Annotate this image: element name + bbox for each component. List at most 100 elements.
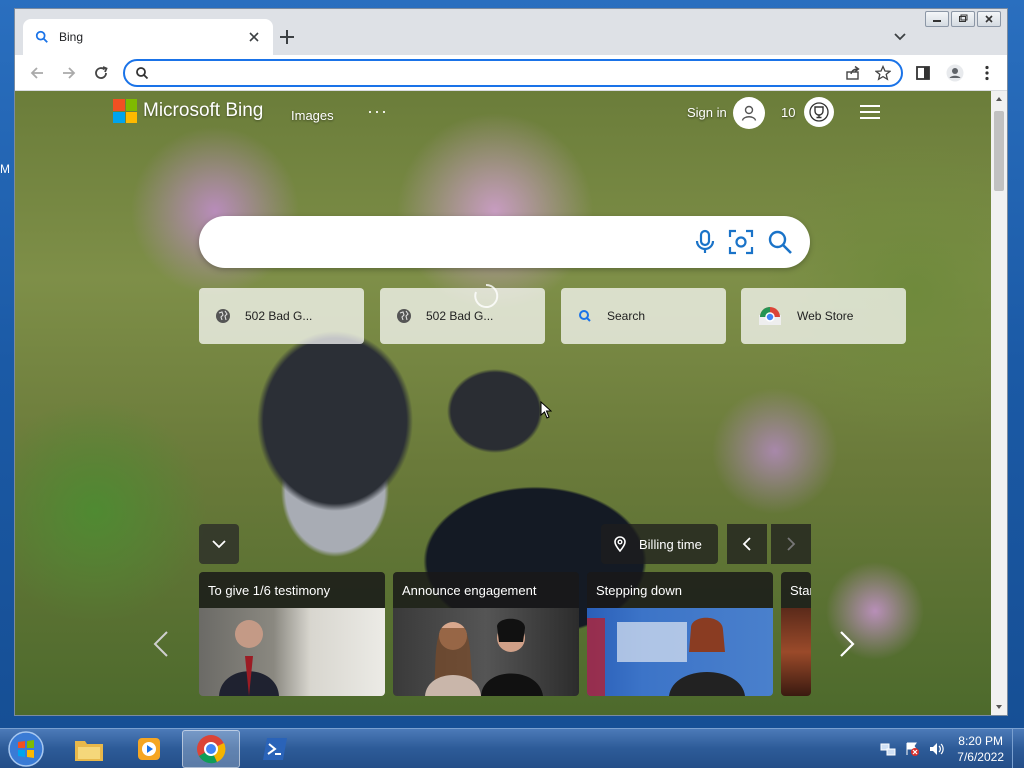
news-card-image (393, 608, 579, 696)
avatar[interactable] (733, 97, 765, 129)
minimize-button[interactable] (925, 11, 949, 27)
scroll-up-icon[interactable] (995, 95, 1003, 103)
tab-title: Bing (59, 30, 84, 44)
news-card-1[interactable]: To give 1/6 testimony (199, 572, 385, 696)
close-icon (985, 15, 993, 23)
start-button-icon[interactable] (4, 730, 48, 768)
kebab-menu-icon (985, 65, 989, 81)
search-input[interactable] (223, 230, 683, 254)
clock[interactable]: 8:20 PM 7/6/2022 (957, 733, 1004, 765)
address-input[interactable] (155, 64, 835, 82)
clock-date: 7/6/2022 (957, 750, 1004, 764)
rewards-button[interactable] (804, 97, 834, 127)
quick-link-3[interactable]: Search (561, 288, 726, 344)
quick-link-label: Search (607, 309, 646, 323)
quick-link-label: 502 Bad G... (426, 309, 494, 323)
nav-images-link[interactable]: Images (291, 108, 334, 123)
globe-icon (397, 309, 411, 323)
menu-button[interactable] (977, 63, 997, 83)
window-controls (925, 11, 1001, 27)
billing-time-button[interactable]: Billing time (601, 524, 718, 564)
new-tab-button[interactable] (277, 27, 297, 47)
hamburger-menu-icon[interactable] (859, 103, 881, 121)
chevron-right-icon (787, 537, 796, 551)
browser-toolbar (15, 55, 1007, 91)
taskbar-powershell[interactable] (246, 730, 304, 768)
collapse-feed-button[interactable] (199, 524, 239, 564)
address-bar[interactable] (123, 59, 903, 87)
taskbar-chrome[interactable] (182, 730, 240, 768)
chrome-web-store-icon (759, 307, 781, 325)
folder-icon (75, 741, 103, 761)
carousel-right-icon[interactable] (837, 629, 857, 659)
search-icon (136, 67, 149, 80)
reload-icon (95, 66, 108, 79)
network-icon[interactable] (880, 741, 896, 757)
taskbar: 8:20 PM 7/6/2022 (0, 728, 1024, 768)
side-panel-icon (916, 66, 930, 80)
chevron-down-icon (212, 540, 226, 549)
billing-time-label: Billing time (639, 536, 702, 552)
quick-link-2[interactable]: 502 Bad G... (380, 288, 545, 344)
news-card-title: To give 1/6 testimony (199, 572, 385, 608)
mouse-cursor-icon (540, 401, 552, 419)
restore-icon (959, 14, 968, 22)
close-window-button[interactable] (977, 11, 1001, 27)
action-center-icon[interactable] (904, 741, 920, 757)
side-panel-button[interactable] (913, 63, 933, 83)
share-icon[interactable] (845, 65, 861, 81)
profile-icon (946, 64, 964, 82)
profile-button[interactable] (945, 63, 965, 83)
taskbar-explorer[interactable] (60, 730, 118, 768)
news-card-4[interactable]: Star (781, 572, 811, 696)
news-card-title: Star (781, 572, 811, 608)
reload-button[interactable] (91, 63, 111, 83)
bing-logo[interactable]: Microsoft Bing (113, 99, 263, 123)
chrome-icon (197, 735, 226, 764)
restore-button[interactable] (951, 11, 975, 27)
taskbar-media-player[interactable] (120, 730, 178, 768)
close-icon[interactable] (247, 30, 261, 44)
sign-in-link[interactable]: Sign in (687, 105, 727, 120)
news-card-title: Stepping down (587, 572, 773, 608)
scroll-down-icon[interactable] (995, 703, 1003, 711)
forward-button[interactable] (59, 63, 79, 83)
microsoft-logo-icon (113, 99, 137, 123)
person-silhouette-icon (219, 620, 279, 696)
previous-button[interactable] (727, 524, 767, 564)
tab-bing[interactable]: Bing (23, 19, 273, 55)
news-card-title: Announce engagement (393, 572, 579, 608)
quick-link-1[interactable]: 502 Bad G... (199, 288, 364, 344)
page-scrollbar[interactable] (991, 91, 1007, 715)
news-card-3[interactable]: Stepping down (587, 572, 773, 696)
location-pin-icon (614, 536, 626, 552)
media-player-icon (138, 738, 160, 760)
search-box[interactable] (199, 216, 810, 268)
search-icon (579, 310, 591, 322)
news-card-2[interactable]: Announce engagement (393, 572, 579, 696)
bookmark-star-icon[interactable] (875, 65, 891, 81)
show-desktop-button[interactable] (1012, 729, 1024, 768)
page-viewport: Microsoft Bing Images ··· Sign in 10 502… (15, 91, 993, 715)
quick-link-label: 502 Bad G... (245, 309, 313, 323)
scroll-thumb[interactable] (994, 111, 1004, 191)
microphone-icon[interactable] (693, 229, 717, 255)
rewards-count[interactable]: 10 (781, 105, 795, 120)
system-tray (880, 741, 944, 757)
nav-more-button[interactable]: ··· (367, 101, 388, 122)
back-button[interactable] (27, 63, 47, 83)
search-icon (35, 30, 48, 43)
visual-search-icon[interactable] (728, 229, 754, 255)
next-button[interactable] (771, 524, 811, 564)
minimize-icon (933, 20, 941, 22)
carousel-left-icon[interactable] (151, 629, 171, 659)
tab-strip: Bing (15, 9, 1007, 55)
search-icon[interactable] (767, 229, 793, 255)
powershell-icon (263, 738, 287, 760)
person-silhouette-icon (587, 617, 745, 696)
quick-link-4[interactable]: Web Store (741, 288, 906, 344)
chevron-down-icon[interactable] (893, 29, 907, 43)
volume-icon[interactable] (928, 741, 944, 757)
user-icon (741, 105, 757, 121)
clock-time: 8:20 PM (958, 734, 1003, 748)
